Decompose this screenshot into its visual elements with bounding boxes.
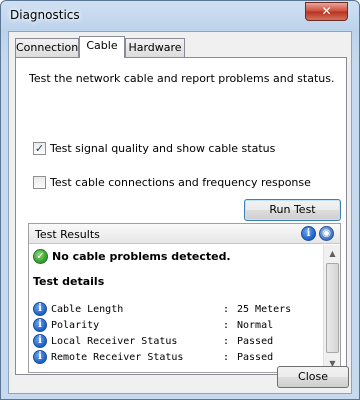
info-icon: i — [33, 334, 47, 348]
detail-row-cable-length: i Cable Length : 25 Meters — [33, 301, 291, 317]
detail-value: Passed — [237, 335, 274, 347]
window-title: Diagnostics — [10, 8, 80, 22]
signal-quality-checkbox[interactable]: ✓ — [33, 141, 46, 155]
detail-row-polarity: i Polarity : Normal — [33, 317, 273, 333]
window-close-button[interactable]: ✕ — [305, 2, 348, 21]
tab-connection-label: Connection — [16, 41, 79, 54]
detail-name: Cable Length — [51, 303, 124, 315]
test-results-label: Test Results — [35, 228, 100, 241]
signal-quality-option[interactable]: ✓ Test signal quality and show cable sta… — [33, 141, 275, 155]
tab-connection[interactable]: Connection — [15, 38, 79, 57]
check-circle-icon: ✓ — [33, 249, 48, 264]
result-summary-text: No cable problems detected. — [52, 250, 231, 263]
cable-connections-label: Test cable connections and frequency res… — [50, 175, 311, 189]
cable-connections-option[interactable]: Test cable connections and frequency res… — [33, 175, 311, 189]
network-help-icon[interactable]: ◉ — [319, 226, 334, 241]
run-test-button[interactable]: Run Test — [244, 199, 341, 221]
info-icon[interactable]: i — [301, 226, 316, 241]
dialog-client: Connection Cable Hardware Test the netwo… — [8, 31, 352, 394]
cable-connections-checkbox[interactable] — [33, 175, 46, 189]
detail-name: Local Receiver Status — [51, 335, 178, 347]
title-bar[interactable]: Diagnostics ✕ — [1, 1, 359, 31]
info-icon: i — [33, 318, 47, 332]
detail-value: Normal — [237, 319, 274, 331]
cable-description: Test the network cable and report proble… — [29, 72, 335, 85]
scroll-up-arrow-icon[interactable]: ▲ — [324, 245, 341, 262]
detail-separator: : — [223, 351, 230, 363]
tab-cable[interactable]: Cable — [79, 36, 125, 58]
results-scrollbar[interactable]: ▲ ▼ — [323, 245, 340, 372]
signal-quality-label: Test signal quality and show cable statu… — [50, 141, 276, 155]
tab-hardware-label: Hardware — [128, 41, 182, 54]
detail-value: 25 Meters — [237, 303, 292, 315]
detail-name: Remote Receiver Status — [51, 351, 184, 363]
detail-name: Polarity — [51, 319, 100, 331]
detail-row-remote-receiver: i Remote Receiver Status : Passed — [33, 349, 273, 365]
cable-tab-panel: Test the network cable and report proble… — [15, 57, 347, 375]
close-icon: ✕ — [321, 4, 332, 18]
diagnostics-window: Diagnostics ✕ Connection Cable Hardware … — [0, 0, 360, 400]
detail-value: Passed — [237, 351, 274, 363]
test-results-body: ✓ No cable problems detected. Test detai… — [29, 245, 323, 372]
test-details-title: Test details — [33, 275, 105, 288]
test-results-panel: Test Results i ◉ ✓ No cable problems det… — [28, 223, 341, 373]
detail-separator: : — [223, 303, 230, 315]
tab-hardware[interactable]: Hardware — [125, 38, 185, 57]
detail-row-local-receiver: i Local Receiver Status : Passed — [33, 333, 273, 349]
close-button[interactable]: Close — [277, 366, 349, 388]
test-results-header: Test Results i ◉ — [29, 224, 340, 244]
result-summary: ✓ No cable problems detected. — [33, 249, 231, 264]
detail-separator: : — [223, 335, 230, 347]
info-icon: i — [33, 302, 47, 316]
scrollbar-thumb[interactable] — [326, 263, 339, 353]
tab-cable-label: Cable — [86, 39, 118, 52]
detail-separator: : — [223, 319, 230, 331]
info-icon: i — [33, 350, 47, 364]
